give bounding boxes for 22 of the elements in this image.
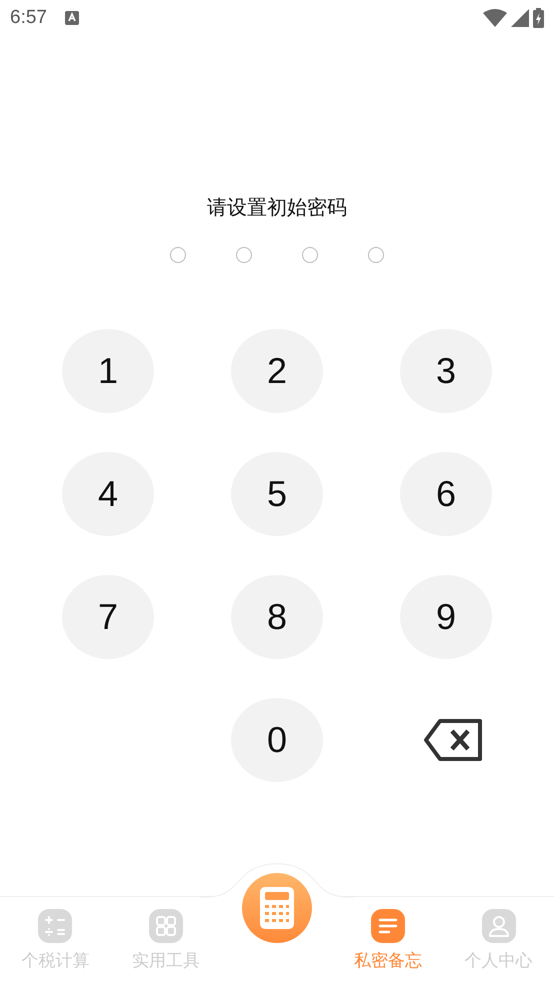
digit-key[interactable]: 5 (231, 452, 323, 536)
signal-icon (511, 9, 529, 27)
battery-charging-icon (533, 8, 544, 28)
status-time: 6:57 (10, 7, 47, 29)
digit-key[interactable]: 4 (62, 452, 154, 536)
digit-key[interactable]: 1 (62, 329, 154, 413)
digit-key[interactable]: 6 (400, 452, 492, 536)
keyboard-a-icon (64, 11, 79, 25)
wifi-icon (483, 9, 507, 27)
calculator-button[interactable] (242, 873, 312, 943)
digit-key[interactable]: 9 (400, 575, 492, 659)
digit-key[interactable]: 0 (231, 698, 323, 782)
digit-key[interactable]: 3 (400, 329, 492, 413)
grid-icon[interactable] (149, 909, 184, 943)
digit-key[interactable]: 2 (231, 329, 323, 413)
document-lines-icon[interactable] (370, 909, 405, 943)
digit-key[interactable]: 8 (231, 575, 323, 659)
backspace-icon (424, 718, 484, 762)
calculator-symbols-icon[interactable] (38, 909, 72, 943)
digit-key[interactable]: 7 (62, 575, 154, 659)
password-prompt: 请设置初始密码 (207, 194, 347, 220)
person-icon[interactable] (482, 909, 516, 943)
